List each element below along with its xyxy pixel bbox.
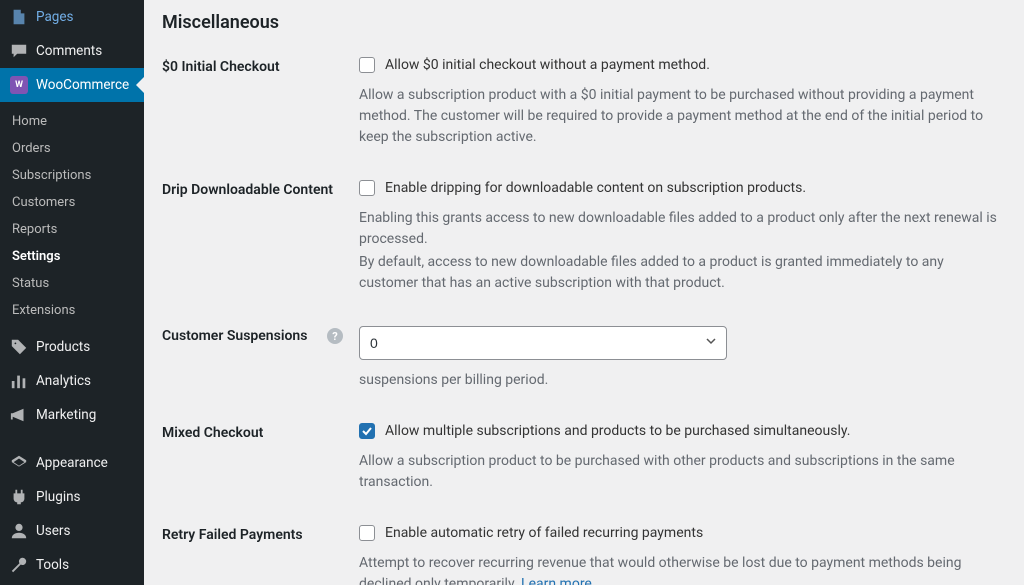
- sidebar-item-woocommerce[interactable]: W WooCommerce: [0, 68, 144, 102]
- submenu-orders[interactable]: Orders: [0, 135, 144, 162]
- checkbox-label: Allow $0 initial checkout without a paym…: [385, 57, 710, 73]
- section-title: Miscellaneous: [162, 12, 1004, 33]
- setting-label: Drip Downloadable Content: [162, 180, 359, 198]
- sidebar-label: Appearance: [36, 455, 108, 471]
- sidebar-item-tools[interactable]: Tools: [0, 548, 144, 582]
- setting-description: By default, access to new downloadable f…: [359, 252, 999, 294]
- setting-label: Mixed Checkout: [162, 423, 359, 441]
- submenu-home[interactable]: Home: [0, 108, 144, 135]
- sidebar-label: Marketing: [36, 407, 96, 423]
- sidebar-label: Comments: [36, 43, 102, 59]
- setting-suffix: suspensions per billing period.: [359, 370, 999, 391]
- tools-icon: [10, 556, 28, 574]
- sidebar-label: Users: [36, 523, 70, 539]
- checkbox-row[interactable]: Enable dripping for downloadable content…: [359, 180, 999, 196]
- checkbox-mixed[interactable]: [359, 423, 375, 439]
- checkbox-label: Enable dripping for downloadable content…: [385, 180, 806, 196]
- comment-icon: [10, 42, 28, 60]
- checkbox-label: Allow multiple subscriptions and product…: [385, 423, 850, 439]
- submenu-customers[interactable]: Customers: [0, 189, 144, 216]
- page-icon: [10, 8, 28, 26]
- sidebar-item-plugins[interactable]: Plugins: [0, 480, 144, 514]
- checkbox-row[interactable]: Allow $0 initial checkout without a paym…: [359, 57, 999, 73]
- sidebar-label: Analytics: [36, 373, 91, 389]
- suspensions-select[interactable]: 0: [359, 326, 727, 360]
- sidebar-item-analytics[interactable]: Analytics: [0, 364, 144, 398]
- sidebar-label: Plugins: [36, 489, 81, 505]
- submenu-status[interactable]: Status: [0, 270, 144, 297]
- plugins-icon: [10, 488, 28, 506]
- submenu-extensions[interactable]: Extensions: [0, 297, 144, 324]
- sidebar-item-appearance[interactable]: Appearance: [0, 446, 144, 480]
- checkbox-initial-checkout[interactable]: [359, 57, 375, 73]
- settings-content: Miscellaneous $0 Initial Checkout Allow …: [144, 0, 1024, 585]
- checkbox-drip[interactable]: [359, 180, 375, 196]
- setting-mixed: Mixed Checkout Allow multiple subscripti…: [162, 423, 1004, 493]
- checkbox-label: Enable automatic retry of failed recurri…: [385, 525, 703, 541]
- analytics-icon: [10, 372, 28, 390]
- submenu-settings[interactable]: Settings: [0, 243, 144, 270]
- users-icon: [10, 522, 28, 540]
- sidebar-item-users[interactable]: Users: [0, 514, 144, 548]
- checkbox-row[interactable]: Allow multiple subscriptions and product…: [359, 423, 999, 439]
- setting-suspensions: Customer Suspensions ? 0 suspensions per…: [162, 326, 1004, 391]
- setting-initial-checkout: $0 Initial Checkout Allow $0 initial che…: [162, 57, 1004, 148]
- setting-drip: Drip Downloadable Content Enable drippin…: [162, 180, 1004, 294]
- product-icon: [10, 338, 28, 356]
- help-icon[interactable]: ?: [327, 328, 343, 344]
- sidebar-submenu: Home Orders Subscriptions Customers Repo…: [0, 102, 144, 330]
- woo-icon: W: [10, 76, 28, 94]
- sidebar-item-comments[interactable]: Comments: [0, 34, 144, 68]
- sidebar-label: Tools: [36, 557, 69, 573]
- checkbox-retry[interactable]: [359, 525, 375, 541]
- setting-description: Enabling this grants access to new downl…: [359, 208, 999, 250]
- sidebar-label: WooCommerce: [36, 77, 129, 93]
- appearance-icon: [10, 454, 28, 472]
- sidebar-item-products[interactable]: Products: [0, 330, 144, 364]
- sidebar-item-pages[interactable]: Pages: [0, 0, 144, 34]
- learn-more-link[interactable]: Learn more: [521, 576, 592, 585]
- setting-description: Allow a subscription product with a $0 i…: [359, 85, 999, 148]
- setting-description: Attempt to recover recurring revenue tha…: [359, 553, 999, 585]
- setting-description: Allow a subscription product to be purch…: [359, 451, 999, 493]
- checkbox-row[interactable]: Enable automatic retry of failed recurri…: [359, 525, 999, 541]
- setting-label: Customer Suspensions ?: [162, 326, 359, 344]
- setting-retry: Retry Failed Payments Enable automatic r…: [162, 525, 1004, 585]
- submenu-reports[interactable]: Reports: [0, 216, 144, 243]
- setting-label: $0 Initial Checkout: [162, 57, 359, 75]
- sidebar-item-marketing[interactable]: Marketing: [0, 398, 144, 432]
- marketing-icon: [10, 406, 28, 424]
- sidebar-label: Pages: [36, 9, 74, 25]
- setting-label: Retry Failed Payments: [162, 525, 359, 543]
- submenu-subscriptions[interactable]: Subscriptions: [0, 162, 144, 189]
- admin-sidebar: Pages Comments W WooCommerce Home Orders…: [0, 0, 144, 585]
- sidebar-label: Products: [36, 339, 90, 355]
